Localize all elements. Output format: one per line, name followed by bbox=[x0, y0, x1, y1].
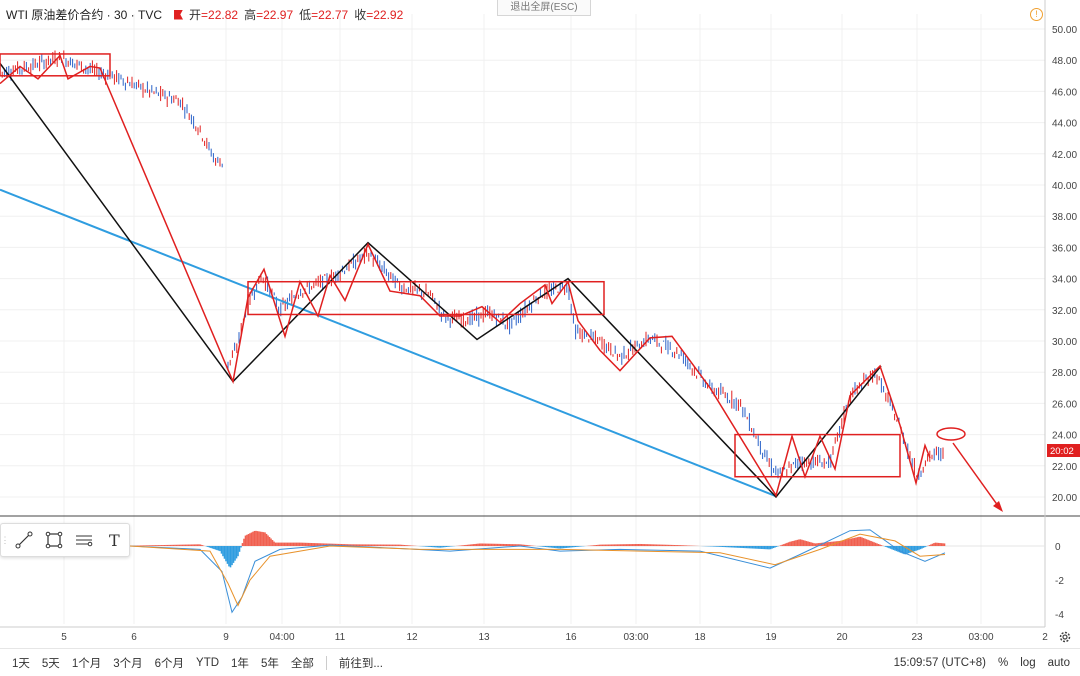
log-toggle[interactable]: log bbox=[1020, 657, 1035, 669]
ohlc-close: 收=22.92 bbox=[354, 8, 404, 22]
time-tick-label: 23 bbox=[911, 632, 923, 643]
timeframe-1m[interactable]: 1个月 bbox=[72, 655, 101, 671]
price-tick-label: 30.00 bbox=[1052, 337, 1077, 348]
target-ellipse bbox=[936, 427, 966, 441]
time-tick-label: 12 bbox=[406, 632, 418, 643]
timeframe-1d[interactable]: 1天 bbox=[12, 655, 30, 671]
gear-icon[interactable] bbox=[1058, 630, 1072, 644]
price-tick-label: 24.00 bbox=[1052, 431, 1077, 442]
last-price-label: 20:02 bbox=[1050, 446, 1074, 457]
timeframe-6m[interactable]: 6个月 bbox=[155, 655, 184, 671]
horizontal-lines-icon[interactable] bbox=[69, 525, 99, 555]
price-tick-label: 26.00 bbox=[1052, 399, 1077, 410]
alert-icon[interactable]: ! bbox=[1030, 8, 1043, 21]
time-tick-label: 03:00 bbox=[623, 632, 648, 643]
ohlc-high: 高=22.97 bbox=[244, 8, 294, 22]
symbol-title: WTI 原油差价合约 · 30 · TVC bbox=[6, 8, 163, 22]
price-tick-label: 36.00 bbox=[1052, 243, 1077, 254]
time-tick-label: 16 bbox=[565, 632, 577, 643]
timeframe-ytd[interactable]: YTD bbox=[196, 657, 219, 669]
price-tick-label: 50.00 bbox=[1052, 25, 1077, 36]
indicator-tick-label: -4 bbox=[1055, 610, 1064, 621]
bottom-toolbar: 1天 5天 1个月 3个月 6个月 YTD 1年 5年 全部 前往到... 15… bbox=[0, 648, 1080, 676]
price-tick-label: 48.00 bbox=[1052, 56, 1077, 67]
pattern-red-path bbox=[0, 54, 931, 498]
forecast-arrow bbox=[952, 442, 1002, 511]
price-tick-label: 40.00 bbox=[1052, 181, 1077, 192]
indicator-tick-label: -2 bbox=[1055, 576, 1064, 587]
svg-text:T: T bbox=[109, 531, 120, 549]
price-tick-label: 42.00 bbox=[1052, 150, 1077, 161]
trend-line-icon[interactable] bbox=[9, 525, 39, 555]
time-tick-label: 2 bbox=[1042, 632, 1048, 643]
timeframe-all[interactable]: 全部 bbox=[291, 655, 314, 671]
time-tick-label: 11 bbox=[335, 632, 346, 643]
time-tick-label: 13 bbox=[478, 632, 490, 643]
price-tick-label: 28.00 bbox=[1052, 368, 1077, 379]
clock: 15:09:57 (UTC+8) bbox=[893, 656, 987, 669]
price-tick-label: 20.00 bbox=[1052, 493, 1077, 504]
price-tick-label: 32.00 bbox=[1052, 306, 1077, 317]
drawing-toolbar: ⋮ T bbox=[0, 523, 130, 557]
auto-toggle[interactable]: auto bbox=[1048, 657, 1070, 669]
timeframe-1y[interactable]: 1年 bbox=[231, 655, 249, 671]
rectangle-icon[interactable] bbox=[39, 525, 69, 555]
arrow-head bbox=[993, 501, 1003, 512]
time-tick-label: 20 bbox=[836, 632, 848, 643]
price-tick-label: 44.00 bbox=[1052, 119, 1077, 130]
text-icon[interactable]: T bbox=[99, 525, 129, 555]
chart-legend: WTI 原油差价合约 · 30 · TVC 开=22.82 高=22.97 低=… bbox=[6, 6, 403, 23]
ohlc-open: 开=22.82 bbox=[189, 8, 239, 22]
time-tick-label: 19 bbox=[765, 632, 777, 643]
divider bbox=[325, 655, 327, 670]
timeframe-5d[interactable]: 5天 bbox=[42, 655, 60, 671]
percent-toggle[interactable]: % bbox=[998, 657, 1008, 669]
time-tick-label: 5 bbox=[61, 632, 67, 643]
ohlc-low: 低=22.77 bbox=[299, 8, 349, 22]
pattern-zigzag-line bbox=[0, 62, 882, 499]
time-tick-label: 03:00 bbox=[968, 632, 993, 643]
time-tick-label: 04:00 bbox=[269, 632, 294, 643]
goto-date-button[interactable]: 前往到... bbox=[339, 655, 383, 671]
timeframe-5y[interactable]: 5年 bbox=[261, 655, 279, 671]
time-tick-label: 6 bbox=[131, 632, 137, 643]
indicator-tick-label: 0 bbox=[1055, 542, 1061, 553]
time-tick-label: 18 bbox=[694, 632, 706, 643]
timeframe-3m[interactable]: 3个月 bbox=[113, 655, 142, 671]
chart-canvas[interactable]: 50.00 48.00 46.00 44.00 42.00 40.00 38.00 36.00… bbox=[0, 0, 1080, 675]
price-tick-label: 46.00 bbox=[1052, 87, 1077, 98]
flag-icon[interactable] bbox=[174, 9, 184, 20]
drag-handle-icon[interactable]: ⋮ bbox=[1, 524, 10, 556]
exit-fullscreen-button[interactable]: 退出全屏(ESC) bbox=[497, 0, 591, 16]
price-tick-label: 22.00 bbox=[1052, 462, 1077, 473]
price-tick-label: 34.00 bbox=[1052, 275, 1077, 286]
time-tick-label: 9 bbox=[223, 632, 229, 643]
price-tick-label: 38.00 bbox=[1052, 212, 1077, 223]
